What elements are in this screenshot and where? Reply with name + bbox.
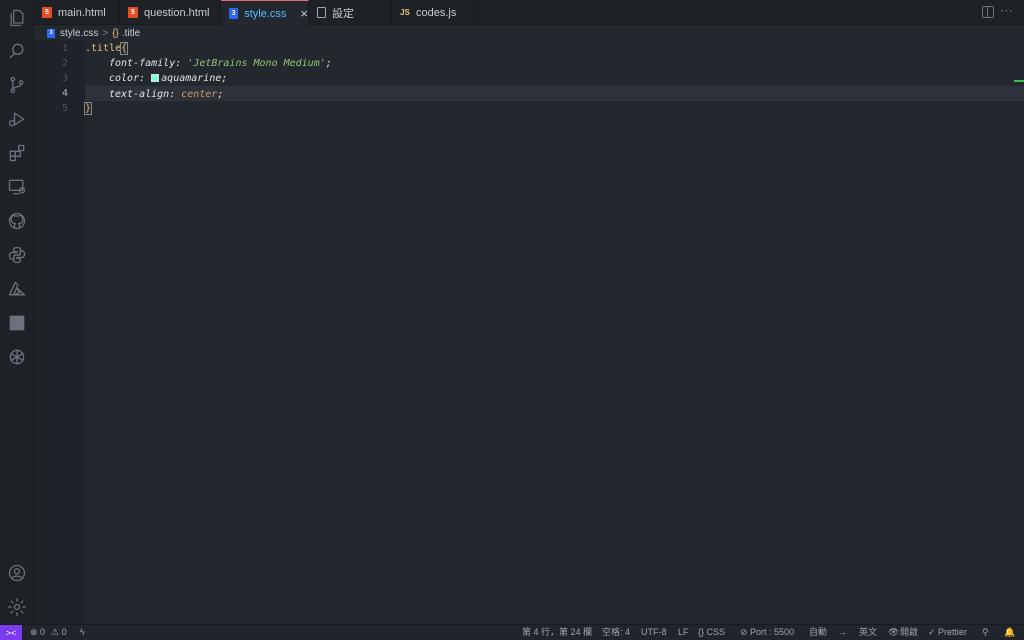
scrollbar-change-marker <box>1014 80 1024 82</box>
code-line: } <box>83 101 1024 116</box>
close-icon[interactable]: × <box>300 6 308 21</box>
css-property: color: <box>109 73 146 84</box>
remote-indicator-icon[interactable]: >< <box>0 625 22 640</box>
semicolon: ; <box>325 58 332 69</box>
semicolon: ; <box>221 73 228 84</box>
live-server-port[interactable]: ⊘ Port : 5500 <box>740 625 794 640</box>
line-number-current: 4 <box>61 88 68 99</box>
azure-icon[interactable] <box>0 274 34 304</box>
feedback-icon[interactable]: ⚲ <box>982 625 989 640</box>
tab-label: question.html <box>144 6 210 19</box>
notifications-bell-icon[interactable]: 🔔 <box>1004 625 1015 640</box>
search-icon[interactable] <box>0 36 34 66</box>
source-control-icon[interactable] <box>0 70 34 100</box>
input-language[interactable]: 英文 <box>859 625 877 640</box>
tab-codes-js[interactable]: JS codes.js <box>392 0 478 25</box>
tab-label: 設定 <box>332 7 354 20</box>
code-line: font-family: 'JetBrains Mono Medium'; <box>85 56 1024 71</box>
code-line-current: text-align: center; <box>85 86 1024 101</box>
css-value-color: aquamarine <box>161 73 222 84</box>
code-line: color: aquamarine; <box>85 71 1024 86</box>
line-number: 5 <box>61 103 68 114</box>
tab-question-html[interactable]: 5 question.html <box>120 0 221 25</box>
end-of-line[interactable]: LF <box>678 625 689 640</box>
errors-count[interactable]: ⊗ 0 <box>30 625 45 640</box>
symbol-icon: {} <box>112 27 119 39</box>
code-line: .title{ <box>85 41 1024 56</box>
code-editor[interactable]: .title{ font-family: 'JetBrains Mono Med… <box>83 40 1024 624</box>
tab-style-css[interactable]: 3 style.css × <box>221 0 309 26</box>
extensions-icon[interactable] <box>0 138 34 168</box>
activity-bar <box>0 0 34 624</box>
encoding[interactable]: UTF-8 <box>641 625 667 640</box>
eye-icon[interactable]: 👁 <box>888 625 899 640</box>
tab-settings[interactable]: 設定 <box>309 0 392 25</box>
open-brace: { <box>120 42 129 55</box>
tab-label: style.css <box>244 7 287 20</box>
account-icon[interactable] <box>0 558 34 588</box>
warnings-count[interactable]: ⚠ 0 <box>51 625 67 640</box>
split-editor-icon[interactable] <box>982 6 994 18</box>
line-number: 3 <box>61 73 68 84</box>
settings-gear-icon[interactable] <box>0 592 34 622</box>
line-number: 2 <box>61 58 68 69</box>
css-value-keyword: center <box>181 89 218 100</box>
semicolon: ; <box>217 89 224 100</box>
status-bar: >< ⊗ 0 ⚠ 0 ϟ 第 4 行，第 24 欄 空格: 4 UTF-8 LF… <box>0 624 1024 640</box>
language-mode[interactable]: {} CSS <box>698 625 725 640</box>
css-property: font-family: <box>109 58 182 69</box>
lightning-icon[interactable]: ϟ <box>80 625 85 640</box>
more-actions-icon[interactable]: ⋯ <box>1000 3 1014 19</box>
breadcrumb-file[interactable]: style.css <box>60 28 98 39</box>
css-value-string: 'JetBrains Mono Medium' <box>187 58 326 69</box>
css-property: text-align: <box>109 89 176 100</box>
auto-mode[interactable]: 自動 <box>809 625 827 640</box>
tab-main-html[interactable]: 5 main.html <box>34 0 120 25</box>
explorer-icon[interactable] <box>0 3 34 33</box>
tab-bar: 5 main.html 5 question.html 3 style.css … <box>34 0 1024 26</box>
css3-icon: 3 <box>229 8 239 19</box>
chatgpt-icon[interactable] <box>0 342 34 372</box>
breadcrumb: 3 style.css > {} .title <box>34 26 1024 40</box>
run-debug-icon[interactable] <box>0 104 34 134</box>
remote-explorer-icon[interactable] <box>0 172 34 202</box>
file-icon <box>317 7 326 18</box>
indentation[interactable]: 空格: 4 <box>602 625 630 640</box>
css-selector: .title <box>85 43 122 54</box>
close-brace: } <box>83 102 93 115</box>
color-swatch[interactable] <box>151 74 160 82</box>
extension-panel-icon[interactable] <box>0 308 34 338</box>
js-icon: JS <box>400 8 410 17</box>
line-number: 1 <box>61 43 68 54</box>
python-icon[interactable] <box>0 240 34 270</box>
tab-label: main.html <box>58 6 106 19</box>
html5-icon: 5 <box>42 7 52 18</box>
open-status[interactable]: 開啟 <box>900 625 918 640</box>
html5-icon: 5 <box>128 7 138 18</box>
line-number-gutter: 1 2 3 4 5 <box>34 40 85 624</box>
prettier-status[interactable]: ✓ Prettier <box>928 625 967 640</box>
css3-icon: 3 <box>47 28 55 38</box>
tab-label: codes.js <box>416 6 457 19</box>
breadcrumb-symbol[interactable]: .title <box>122 28 140 39</box>
arrow-icon[interactable]: → <box>838 625 847 640</box>
breadcrumb-separator: > <box>102 27 109 39</box>
github-icon[interactable] <box>0 206 34 236</box>
cursor-position[interactable]: 第 4 行，第 24 欄 <box>522 625 592 640</box>
